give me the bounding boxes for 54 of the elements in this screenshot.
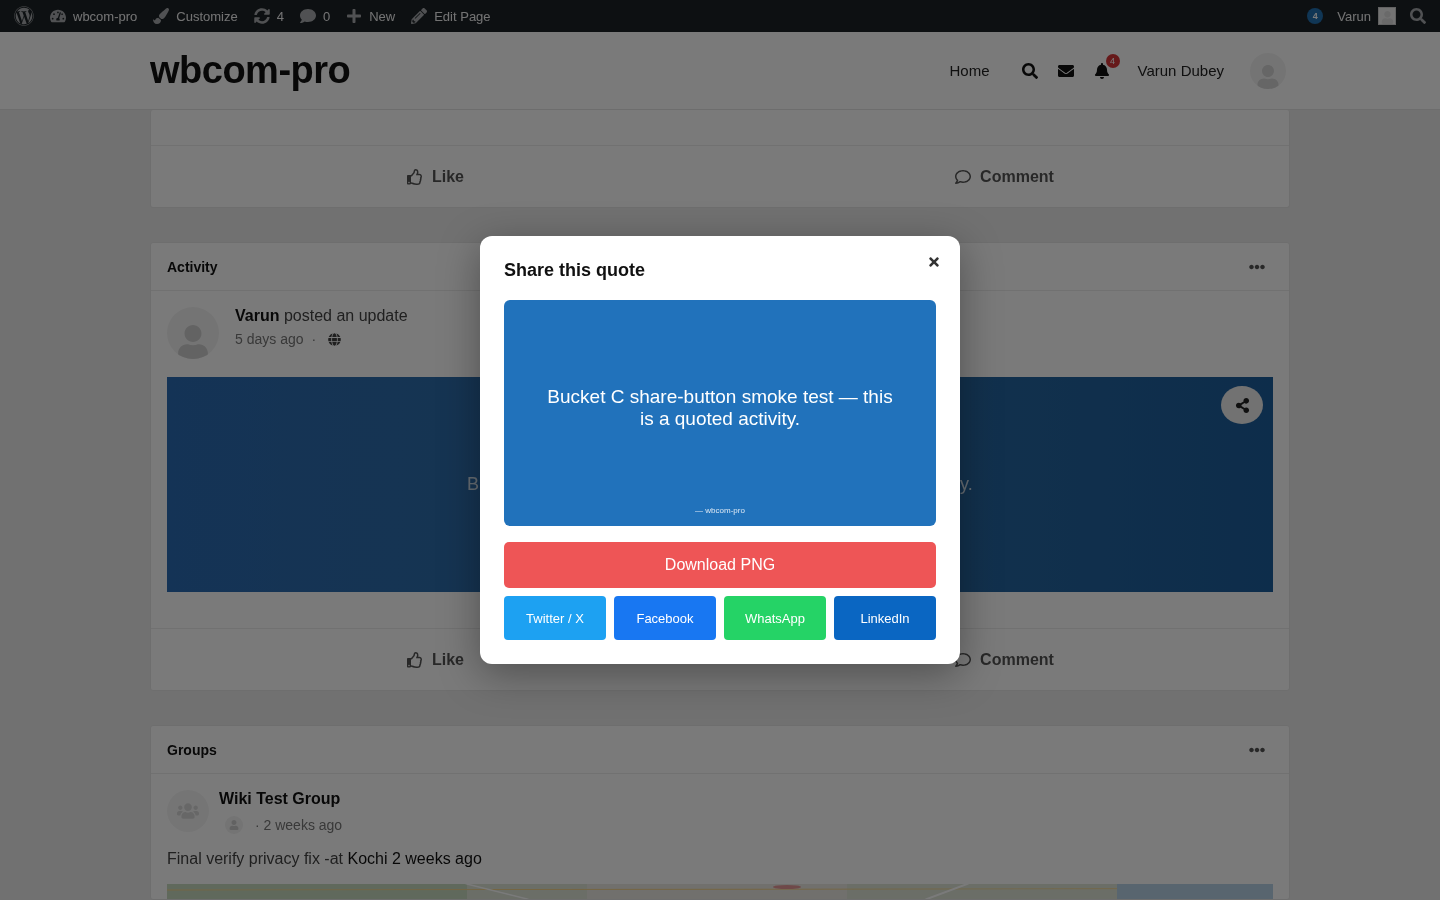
download-button[interactable]: Download PNG [504, 542, 936, 588]
post-title: Varun posted an update [235, 307, 408, 325]
thumbs-up-icon [407, 168, 423, 185]
brush-icon [153, 8, 170, 24]
quote-text: y. [960, 474, 973, 495]
gauge-icon [50, 8, 66, 24]
share-button[interactable]: Twitter / X [504, 596, 606, 640]
quote-attribution: — wbcom-pro [695, 506, 745, 515]
like-button[interactable]: Like [401, 163, 470, 190]
speech-bubble-icon [299, 8, 316, 24]
group-name[interactable]: Wiki Test Group [219, 790, 341, 807]
share-icon [1234, 397, 1250, 413]
dialog-title: Share this quote [504, 260, 646, 281]
nav-link[interactable]: Home [949, 62, 990, 79]
account-menu[interactable]: Varun [1337, 7, 1396, 25]
share-button[interactable]: LinkedIn [834, 596, 936, 640]
card-title: Activity [167, 258, 218, 275]
notification-badge: 4 [1105, 53, 1120, 68]
envelope-icon[interactable] [1057, 62, 1074, 79]
admin-bar-item[interactable]: Customize [145, 0, 246, 32]
user-name[interactable]: Varun Dubey [1137, 62, 1224, 79]
like-button[interactable]: Like [401, 646, 470, 673]
admin-bar-item[interactable]: Edit Page [403, 0, 499, 32]
separator-dot: · [311, 331, 317, 347]
share-button[interactable]: Facebook [614, 596, 716, 640]
admin-bar-item[interactable]: 0 [291, 0, 339, 32]
post-time: 5 days ago [235, 331, 304, 347]
site-title[interactable]: wbcom-pro [150, 49, 351, 92]
refresh-icon [253, 8, 270, 24]
quote-text: B [467, 474, 479, 495]
close-icon [927, 255, 941, 269]
quote-text: Bucket C share-button smoke test — this is a quoted activity. [546, 386, 894, 430]
globe-icon [328, 332, 342, 346]
comment-button[interactable]: Comment [949, 163, 1060, 190]
bell-icon[interactable] [1093, 62, 1110, 79]
avatar-icon [1378, 7, 1396, 25]
pencil-icon [411, 8, 428, 24]
admin-bar-item[interactable]: wbcom-pro [42, 0, 146, 32]
search-icon[interactable] [1021, 62, 1038, 79]
plus-icon [346, 8, 363, 24]
post-text: Final verify privacy fix -at Kochi 2 weeks ago [167, 850, 483, 868]
close-button[interactable] [927, 255, 941, 269]
location-link[interactable]: Kochi 2 weeks ago [347, 850, 482, 867]
avatar-icon [225, 816, 243, 834]
admin-bar-item[interactable]: 4 [245, 0, 292, 32]
logo-icon [14, 6, 34, 26]
comment-icon [955, 168, 972, 185]
share-button[interactable] [1221, 386, 1263, 424]
notification-count[interactable]: 4 [1307, 8, 1324, 24]
thumbs-up-icon [407, 651, 423, 668]
admin-bar-item[interactable]: New [338, 0, 404, 32]
search-icon[interactable] [1410, 8, 1426, 24]
card-title: Groups [167, 741, 217, 758]
post-time: · 2 weeks ago [255, 817, 343, 833]
